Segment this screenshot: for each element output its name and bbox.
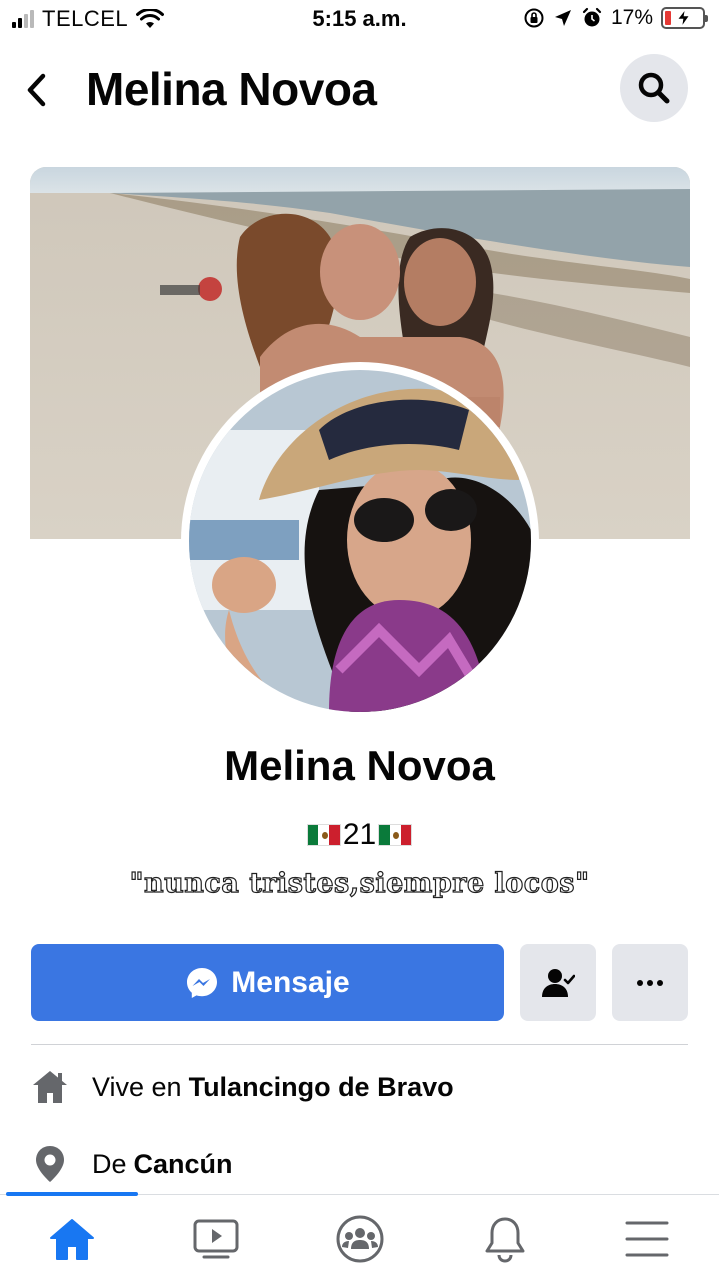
info-value[interactable]: Cancún [134, 1149, 233, 1180]
alarm-icon [582, 7, 602, 27]
groups-icon [336, 1215, 384, 1263]
info-prefix: De [92, 1148, 127, 1179]
profile-name: Melina Novoa [224, 742, 495, 789]
info-prefix: Vive en [92, 1071, 182, 1102]
battery-charging-icon [661, 7, 708, 29]
more-button[interactable] [612, 944, 688, 1021]
location-pin-icon [30, 1144, 70, 1184]
profile-picture[interactable] [181, 362, 539, 720]
search-icon [638, 72, 670, 104]
page-title: Melina Novoa [86, 63, 377, 115]
nav-menu[interactable] [617, 1211, 677, 1267]
status-right: 17% [523, 6, 708, 30]
message-button[interactable]: Mensaje [31, 944, 504, 1021]
status-bar: TELCEL 5:15 a.m. 17% [0, 0, 719, 40]
location-arrow-icon [554, 10, 571, 26]
notifications-icon [485, 1217, 525, 1263]
divider [31, 1044, 688, 1045]
bio-quote: "nunca tristes,siempre locos" [129, 867, 590, 899]
watch-icon [193, 1219, 239, 1259]
home-icon [30, 1067, 70, 1107]
friends-button[interactable] [520, 944, 596, 1021]
profile-header: Melina Novoa [0, 50, 719, 130]
search-button[interactable] [620, 54, 688, 122]
bottom-nav [0, 1192, 719, 1280]
avatar [189, 370, 531, 712]
info-value[interactable]: Tulancingo de Bravo [189, 1072, 454, 1103]
messenger-icon [187, 967, 218, 998]
nav-notifications[interactable] [475, 1211, 535, 1267]
active-tab-indicator [6, 1192, 138, 1196]
chevron-left-icon [27, 73, 46, 107]
mexico-flag-icon [378, 824, 413, 846]
friends-icon [542, 968, 575, 997]
more-icon [637, 979, 663, 986]
menu-icon [625, 1221, 669, 1257]
nav-groups[interactable] [330, 1211, 390, 1267]
back-button[interactable] [18, 68, 54, 112]
avatar-image [189, 370, 531, 712]
orientation-lock-icon [524, 8, 544, 28]
bio-number: 21 [342, 818, 377, 851]
info-row-from: De Cancún [30, 1140, 690, 1188]
nav-home[interactable] [42, 1211, 102, 1267]
message-button-label: Mensaje [231, 965, 350, 999]
nav-watch[interactable] [186, 1211, 246, 1267]
home-icon [50, 1219, 94, 1260]
bio-line: 21 [0, 818, 719, 852]
info-row-lives-in: Vive en Tulancingo de Bravo [30, 1063, 690, 1111]
battery-percent: 17% [610, 6, 653, 29]
mexico-flag-icon [306, 824, 341, 846]
